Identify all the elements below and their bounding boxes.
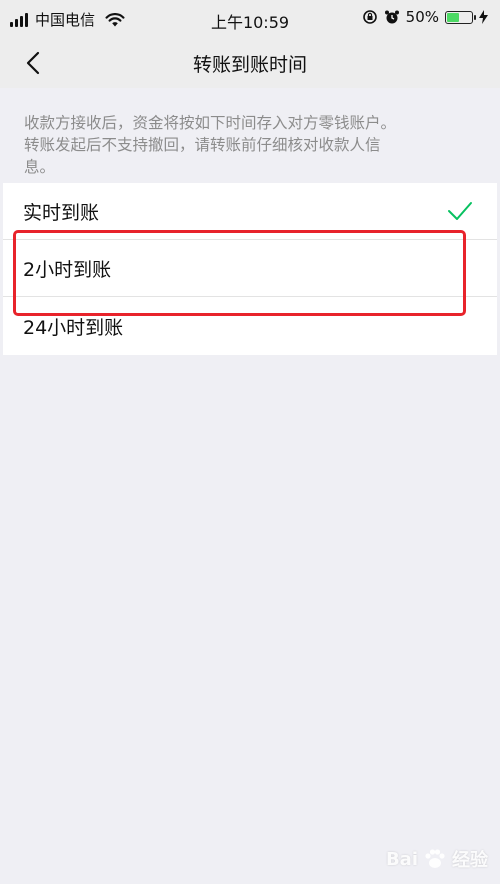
page-title: 转账到账时间 xyxy=(192,54,307,76)
battery-fill xyxy=(447,12,459,22)
nav-bar: 转账到账时间 xyxy=(0,38,500,88)
screen: 中国电信 上午10:59 50% 转账到账时间 收款方接收后，资金将按如下时间存… xyxy=(0,0,500,884)
status-bar: 中国电信 上午10:59 50% xyxy=(0,0,500,38)
battery-icon xyxy=(445,10,476,24)
arrival-time-options: 实时到账 2小时到账 24小时到账 xyxy=(3,183,497,355)
description-line: 收款方接收后，资金将按如下时间存入对方零钱账户。 xyxy=(24,114,397,132)
battery-percent: 50% xyxy=(405,8,439,26)
option-instant[interactable]: 实时到账 xyxy=(3,183,497,240)
watermark-suffix: 经验 xyxy=(452,850,488,871)
baidu-jingyan-watermark: Bai 经验 xyxy=(386,846,488,872)
option-24-hours[interactable]: 24小时到账 xyxy=(3,297,497,355)
option-2-hours[interactable]: 2小时到账 xyxy=(3,240,497,297)
description-line: 息。 xyxy=(24,158,56,176)
option-label: 2小时到账 xyxy=(23,258,112,281)
transfer-description: 收款方接收后，资金将按如下时间存入对方零钱账户。 转账发起后不支持撤回，请转账前… xyxy=(24,112,484,178)
rotation-lock-icon xyxy=(362,10,377,24)
checkmark-icon xyxy=(448,202,472,220)
option-label: 实时到账 xyxy=(23,201,100,224)
description-line: 转账发起后不支持撤回，请转账前仔细核对收款人信 xyxy=(24,136,381,154)
paw-icon xyxy=(425,849,445,868)
option-label: 24小时到账 xyxy=(23,316,124,339)
charging-icon xyxy=(479,10,488,24)
watermark-brand: Bai xyxy=(385,848,418,870)
alarm-icon xyxy=(384,10,399,24)
status-right: 50% xyxy=(362,8,488,26)
